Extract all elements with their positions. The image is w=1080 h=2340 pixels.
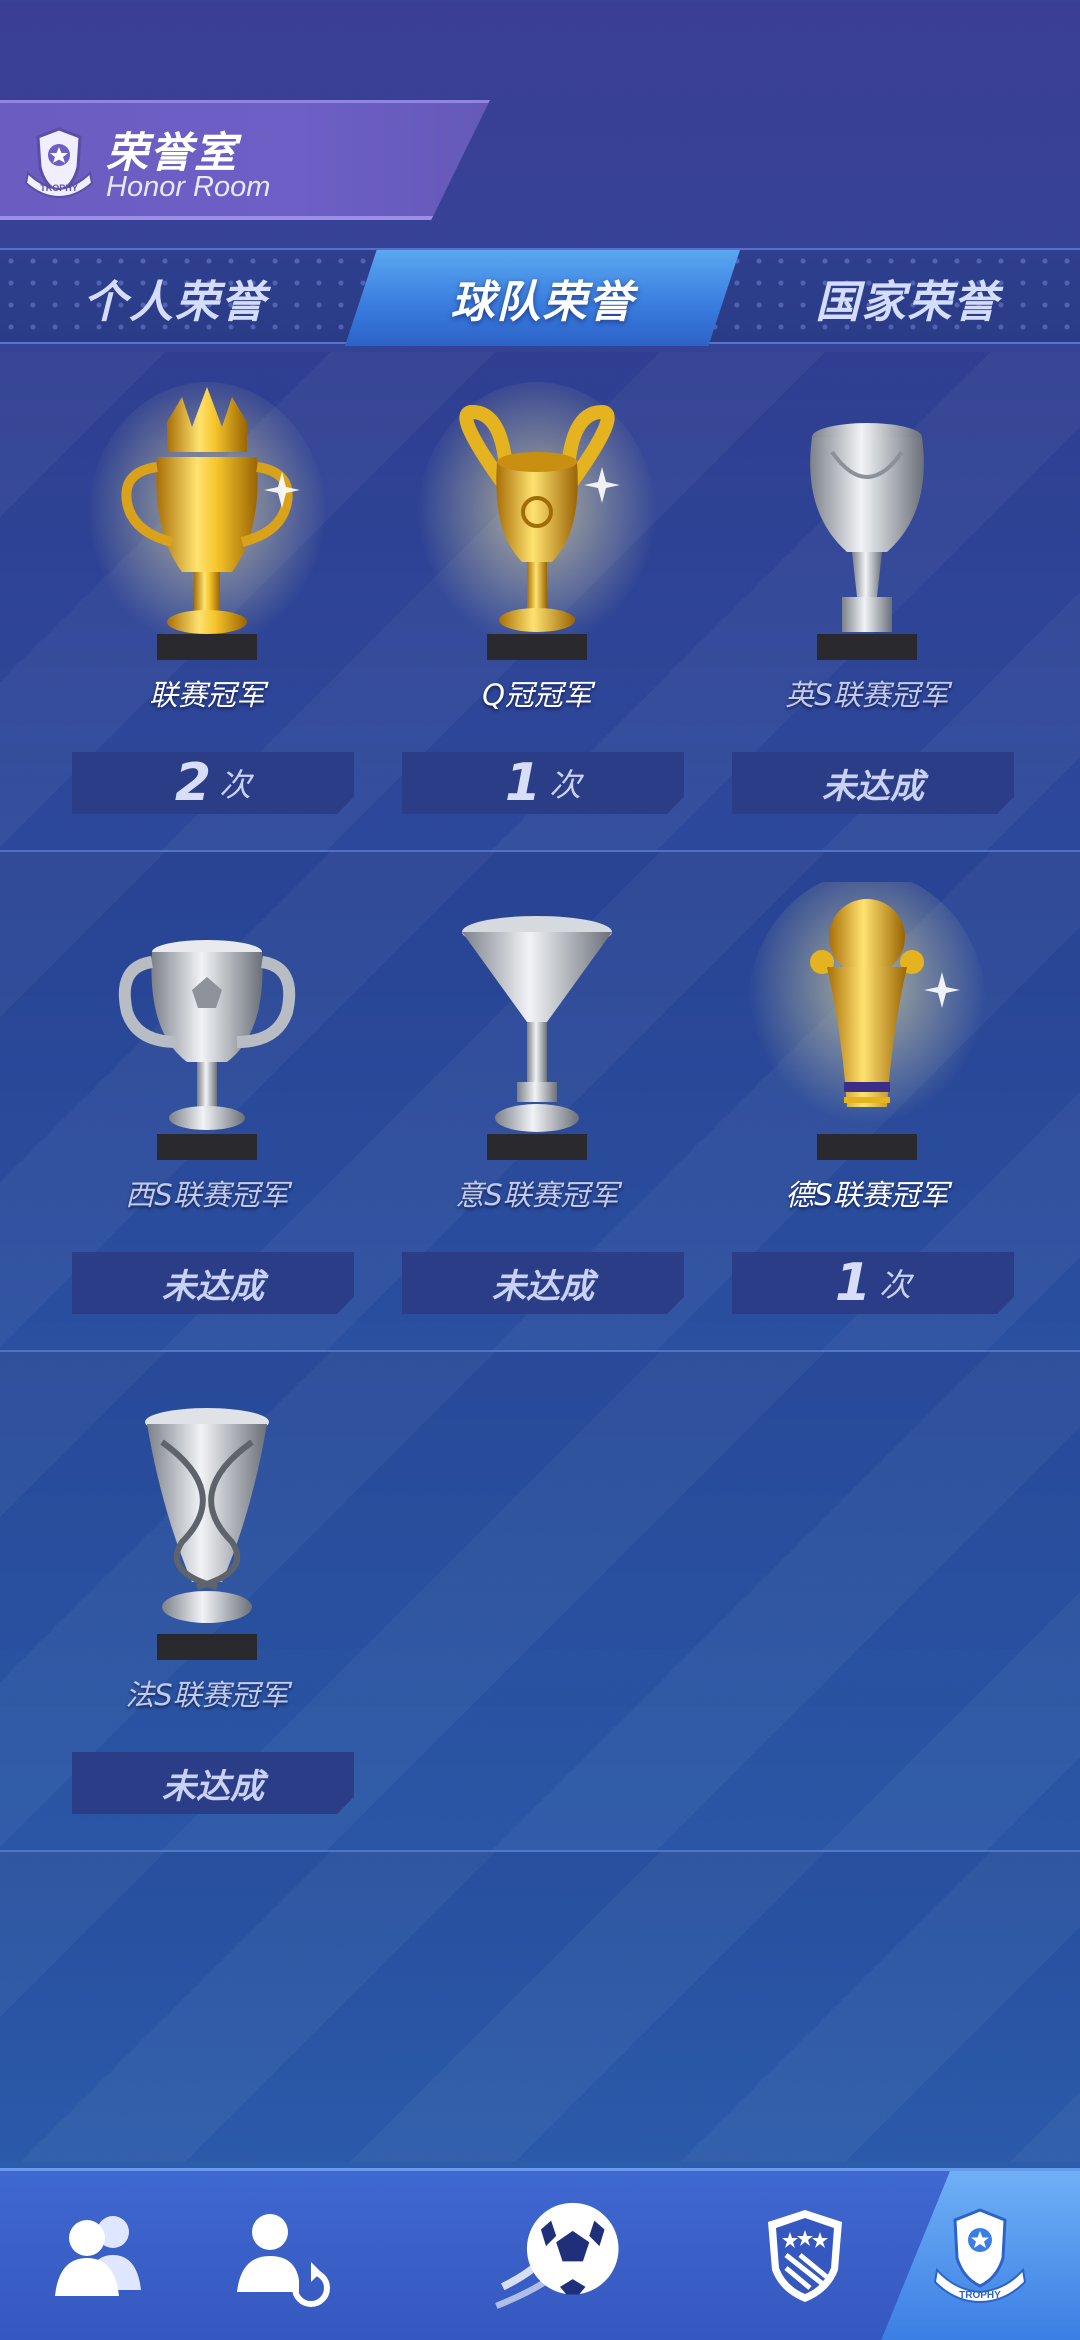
trophy-shield-icon: TROPHY (18, 123, 100, 205)
trophy-badge-icon: TROPHY (925, 2200, 1035, 2314)
status-text: 未达成 (822, 766, 924, 807)
soccer-ball-icon (490, 2185, 630, 2329)
trophy-count: 1 次 (402, 752, 684, 814)
nav-play-match[interactable] (420, 2171, 700, 2340)
trophy-name: Q冠冠军 (482, 678, 592, 712)
gold-big-ears-trophy-icon (412, 382, 662, 682)
trophy-name: 西S联赛冠军 (125, 1178, 289, 1212)
silver-cup-trophy-icon (82, 882, 332, 1182)
trophy-card-italy[interactable]: 意S联赛冠军 未达成 (372, 852, 702, 1352)
silver-funnel-trophy-icon (412, 882, 662, 1182)
trophy-card-germany[interactable]: 德S联赛冠军 1 次 (702, 852, 1032, 1352)
tab-national-honor[interactable]: 国家荣誉 (735, 250, 1080, 346)
trophy-name: 德S联赛冠军 (785, 1178, 949, 1212)
trophy-status: 未达成 (72, 1752, 354, 1814)
trophy-card-france[interactable]: 法S联赛冠军 未达成 (42, 1352, 372, 1852)
trophy-row: 联赛冠军 2 次 Q冠冠军 1 次 英S联赛冠军 未达成 (0, 352, 1080, 852)
trophy-name: 联赛冠军 (148, 678, 265, 712)
trophy-grid: 联赛冠军 2 次 Q冠冠军 1 次 英S联赛冠军 未达成 西S联赛冠军 未达成 … (0, 352, 1080, 2162)
empty-row (0, 1852, 1080, 2162)
tab-team-honor[interactable]: 球队荣誉 (345, 250, 740, 346)
trophy-name: 英S联赛冠军 (785, 678, 949, 712)
bottom-nav: TROPHY (0, 2168, 1080, 2340)
honor-room-header: TROPHY 荣誉室 Honor Room (0, 100, 490, 220)
status-text: 未达成 (492, 1266, 594, 1307)
count-number: 2 (174, 753, 212, 813)
player-transfer-icon (225, 2200, 335, 2314)
nav-trophy-room[interactable]: TROPHY (880, 2171, 1080, 2340)
count-unit: 次 (219, 766, 252, 804)
page-subtitle: Honor Room (106, 171, 271, 203)
silver-twisted-trophy-icon (82, 1382, 332, 1682)
status-text: 未达成 (162, 1766, 264, 1807)
trophy-status: 未达成 (402, 1252, 684, 1314)
count-number: 1 (834, 1253, 872, 1313)
count-number: 1 (504, 753, 542, 813)
trophy-row: 西S联赛冠军 未达成 意S联赛冠军 未达成 德S联赛冠军 1 次 (0, 852, 1080, 1352)
trophy-card-england[interactable]: 英S联赛冠军 未达成 (702, 352, 1032, 852)
trophy-name: 法S联赛冠军 (125, 1678, 289, 1712)
trophy-card-league[interactable]: 联赛冠军 2 次 (42, 352, 372, 852)
trophy-count: 2 次 (72, 752, 354, 814)
emblem-text: TROPHY (40, 183, 78, 193)
gold-crown-trophy-icon (82, 382, 332, 682)
trophy-status: 未达成 (732, 752, 1014, 814)
silver-winged-trophy-icon (742, 382, 992, 682)
trophy-card-q-cup[interactable]: Q冠冠军 1 次 (372, 352, 702, 852)
count-unit: 次 (879, 1266, 912, 1304)
trophy-count: 1 次 (732, 1252, 1014, 1314)
trophy-card-spain[interactable]: 西S联赛冠军 未达成 (42, 852, 372, 1352)
honor-tabs: 个人荣誉 球队荣誉 国家荣誉 (0, 248, 1080, 346)
trophy-status: 未达成 (72, 1252, 354, 1314)
trophy-name: 意S联赛冠军 (455, 1178, 619, 1212)
trophy-row: 法S联赛冠军 未达成 (0, 1352, 1080, 1852)
gold-ball-trophy-icon (742, 872, 992, 1182)
nav-club[interactable] (705, 2171, 905, 2340)
status-text: 未达成 (162, 1266, 264, 1307)
team-players-icon (45, 2200, 155, 2314)
club-crest-icon (750, 2200, 860, 2314)
nav-player-transfer[interactable] (180, 2171, 380, 2340)
tab-personal-honor[interactable]: 个人荣誉 (0, 250, 350, 346)
nav-team-players[interactable] (0, 2171, 200, 2340)
nav-trophy-label: TROPHY (959, 2290, 1001, 2301)
count-unit: 次 (549, 766, 582, 804)
